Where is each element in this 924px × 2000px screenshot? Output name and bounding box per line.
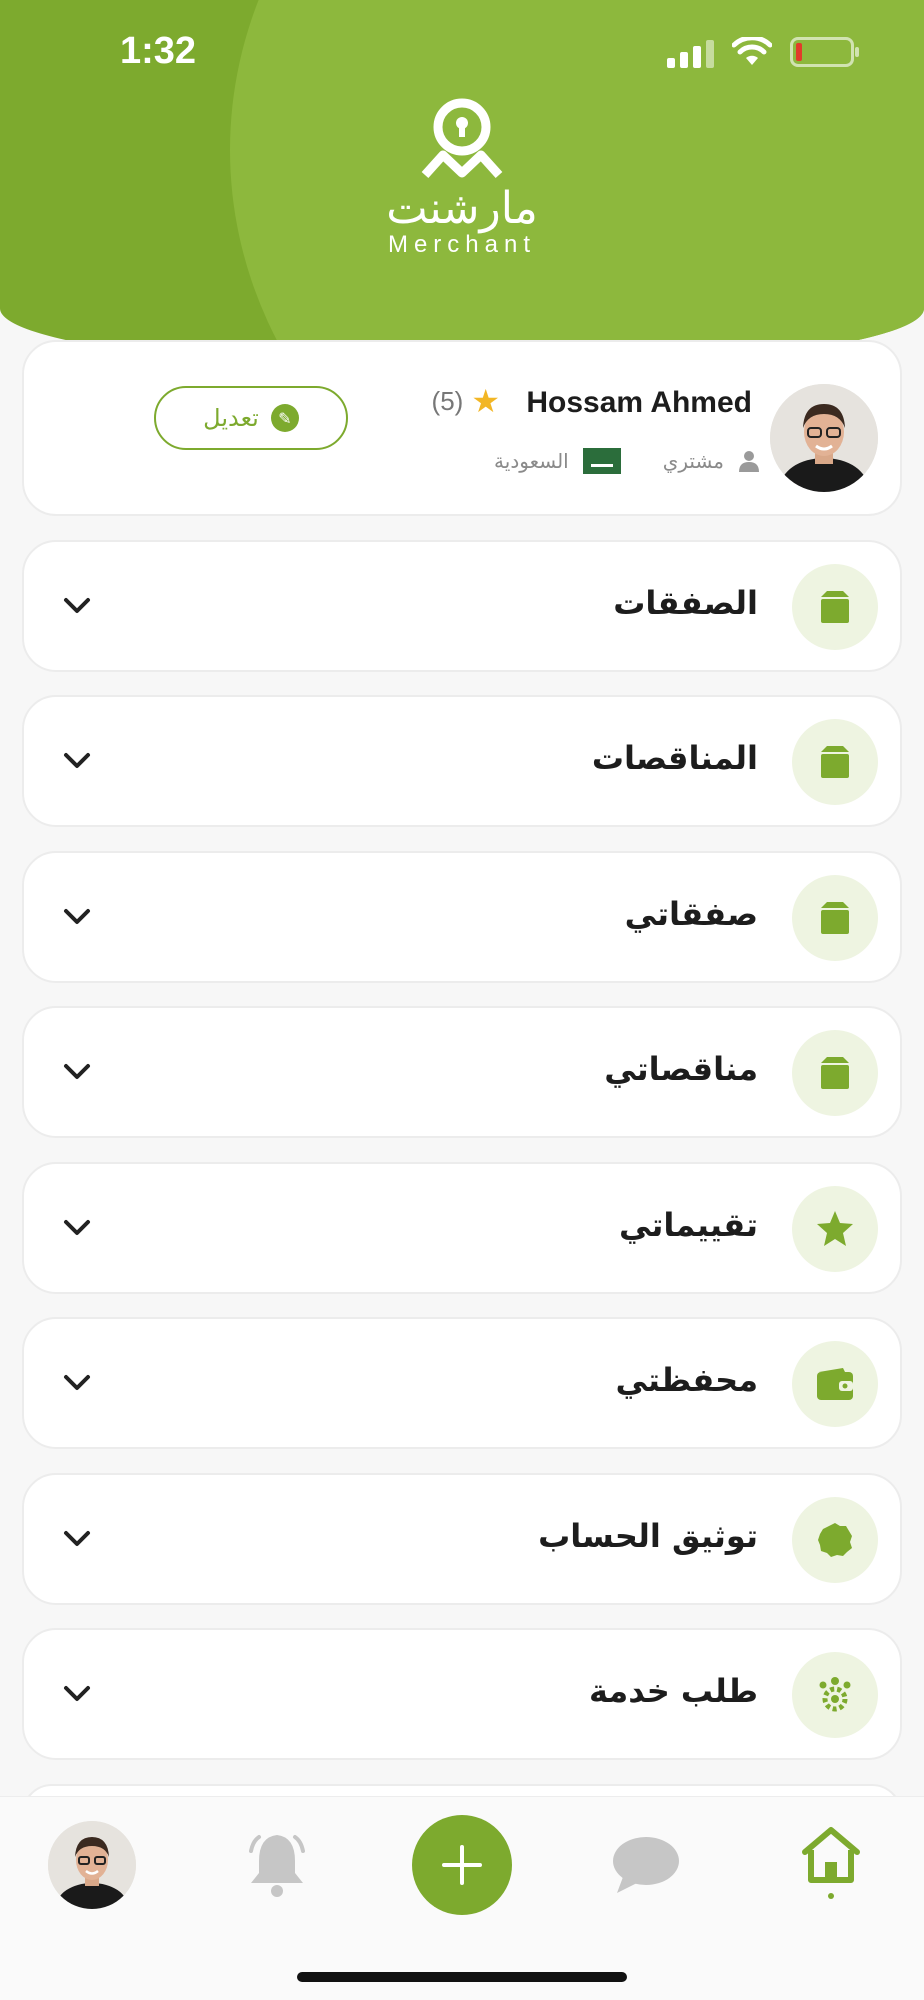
status-bar: 1:32 [0, 0, 924, 100]
edit-profile-button[interactable]: تعديل ✎ [154, 386, 348, 450]
menu-label: المناقصات [591, 739, 758, 777]
saudi-flag-icon [582, 448, 621, 474]
nav-profile-avatar[interactable] [48, 1821, 136, 1909]
box-icon [792, 1030, 878, 1116]
country-label: السعودية [494, 449, 569, 473]
pencil-icon: ✎ [270, 404, 299, 432]
chevron-down-icon[interactable] [60, 1521, 94, 1555]
chevron-down-icon[interactable] [60, 743, 94, 777]
battery-icon [790, 37, 859, 67]
avatar[interactable] [770, 384, 878, 492]
menu-item-my-ratings[interactable]: تقييماتي [22, 1162, 902, 1294]
bottom-navigation [0, 1796, 924, 2000]
signal-icon [667, 36, 714, 68]
box-icon [792, 564, 878, 650]
chevron-down-icon[interactable] [60, 1365, 94, 1399]
menu-label: توثيق الحساب [538, 1517, 758, 1555]
merchant-logo-icon [421, 98, 503, 179]
star-icon [792, 1186, 878, 1272]
chevron-down-icon[interactable] [60, 899, 94, 933]
chevron-down-icon[interactable] [60, 1676, 94, 1710]
profile-meta: السعودية مشتري [494, 448, 760, 474]
user-icon [739, 451, 759, 472]
menu-label: تقييماتي [618, 1206, 758, 1244]
box-icon [792, 875, 878, 961]
menu-item-service-request[interactable]: طلب خدمة [22, 1628, 902, 1760]
status-icons [667, 36, 859, 68]
rating-count: (5) [431, 385, 464, 416]
profile-card: Hossam Ahmed (5) ★ السعودية مشتري تعديل … [22, 340, 902, 516]
wifi-icon [732, 37, 772, 65]
verified-badge-icon [792, 1497, 878, 1583]
add-icon [442, 1845, 482, 1885]
edit-button-label: تعديل [203, 404, 259, 432]
menu-item-my-deals[interactable]: صفقاتي [22, 851, 902, 983]
add-button[interactable] [412, 1815, 512, 1915]
chevron-down-icon[interactable] [60, 1054, 94, 1088]
menu-item-my-tenders[interactable]: مناقصاتي [22, 1006, 902, 1138]
home-icon[interactable] [796, 1823, 866, 1903]
brand-logo: مارشنت Merchant [362, 95, 562, 265]
chat-icon[interactable] [608, 1827, 684, 1901]
rating: (5) ★ [432, 382, 500, 420]
menu-label: طلب خدمة [589, 1672, 758, 1710]
menu-item-deals[interactable]: الصفقات [22, 540, 902, 672]
box-icon [792, 719, 878, 805]
role-label: مشتري [662, 449, 724, 473]
service-gear-icon [792, 1652, 878, 1738]
chevron-down-icon[interactable] [60, 1210, 94, 1244]
status-time: 1:32 [120, 30, 197, 72]
brand-name-english: Merchant [387, 231, 537, 258]
menu-label: صفقاتي [624, 895, 758, 933]
menu-label: محفظتي [615, 1361, 758, 1399]
menu-label: مناقصاتي [604, 1050, 758, 1088]
star-icon: ★ [471, 383, 500, 419]
notifications-bell-icon[interactable] [240, 1827, 314, 1901]
menu-item-tenders[interactable]: المناقصات [22, 695, 902, 827]
brand-name-arabic: مارشنت [386, 183, 538, 234]
menu-item-my-wallet[interactable]: محفظتي [22, 1317, 902, 1449]
menu-label: الصفقات [613, 584, 758, 622]
wallet-icon [792, 1341, 878, 1427]
profile-name: Hossam Ahmed [526, 386, 752, 419]
menu-item-account-verification[interactable]: توثيق الحساب [22, 1473, 902, 1605]
home-indicator [297, 1972, 627, 1982]
chevron-down-icon[interactable] [60, 588, 94, 622]
